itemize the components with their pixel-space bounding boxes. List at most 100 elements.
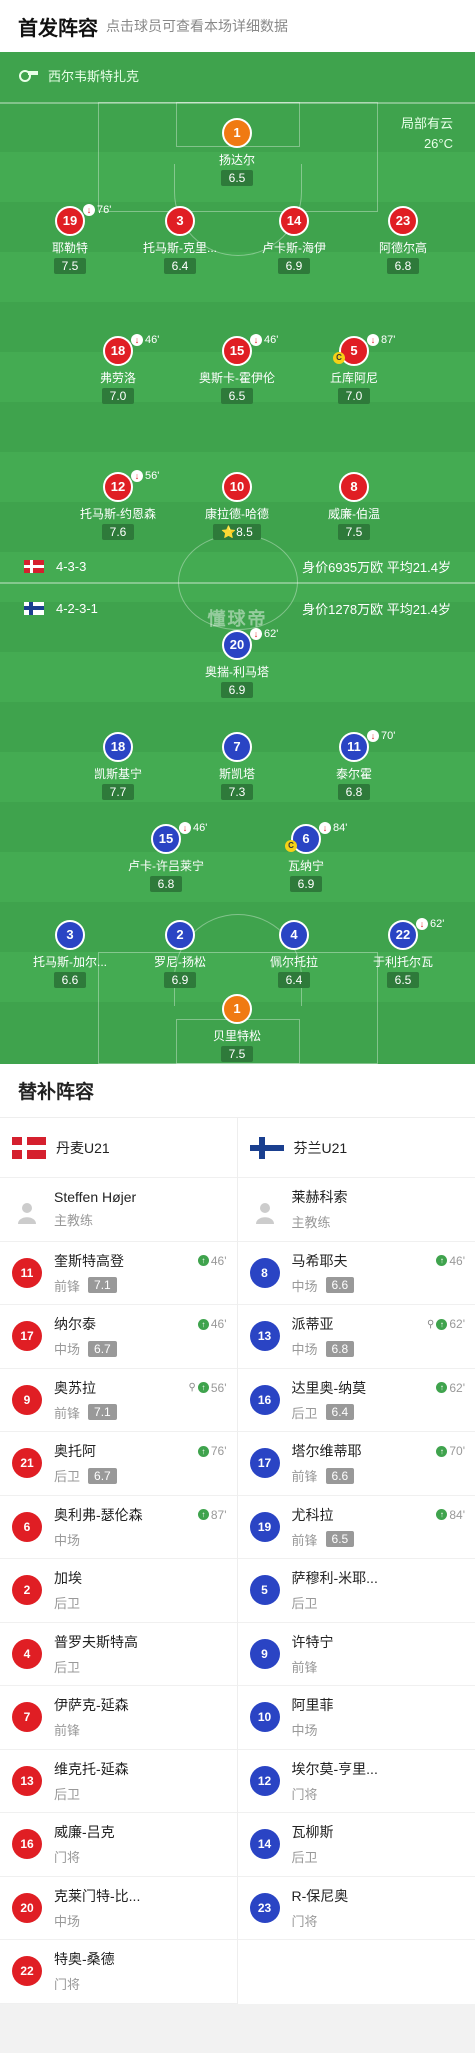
player-rating: 7.5 (337, 524, 371, 540)
away-sub-row[interactable]: 14 瓦柳斯 后卫 (237, 1813, 475, 1877)
home-sub-row[interactable]: 4 普罗夫斯特高 后卫 (0, 1623, 237, 1686)
home-sub-row[interactable]: 16 威廉-吕克 门将 (0, 1813, 237, 1877)
home-sub-row[interactable]: 21 奥托阿 后卫 6.7 ↑ 76' (0, 1432, 237, 1496)
position-text: 前锋 (54, 1723, 81, 1739)
away-team-value: 身价1278万欧 平均21.4岁 (302, 601, 451, 617)
position-text: 后卫 (291, 1596, 318, 1612)
player-name: 尤科拉 (291, 1506, 334, 1523)
home-player[interactable]: 8 威廉-伯温 7.5 (299, 472, 409, 541)
subs-section: 丹麦U21 Steffen Højer 主教练 11 奎斯特高登 前锋 7.1 ↑ 46'… (0, 1118, 475, 2004)
substitution-in-icon: ↑ (436, 1255, 448, 1266)
player-position: 后卫 6.7 (54, 1466, 117, 1485)
away-sub-row[interactable]: 10 阿里菲 中场 (237, 1686, 475, 1750)
away-player[interactable]: 3 托马斯-加尔... 6.6 (15, 920, 125, 989)
player-position: 后卫 (292, 1847, 334, 1866)
away-player[interactable]: 18 凯斯基宁 7.7 (63, 732, 173, 801)
away-player[interactable]: 20 ↓ 62' 奥揣-利马塔 6.9 (182, 628, 292, 699)
home-team-header[interactable]: 丹麦U21 (0, 1118, 237, 1178)
home-sub-row[interactable]: 7 伊萨克-延森 前锋 (0, 1686, 237, 1750)
home-player[interactable]: 19 ↓ 76' 耶勒特 7.5 (15, 204, 125, 275)
lineup-page: 首发阵容 点击球员可查看本场详细数据 西尔韦斯特扎克 局部有云 26°C 4-3… (0, 0, 475, 2053)
home-sub-row[interactable]: 20 克莱门特-比... 中场 (0, 1877, 237, 1940)
weather: 局部有云 26°C (401, 114, 453, 154)
shirt-number: 11 (339, 732, 369, 762)
away-sub-row[interactable]: 9 许特宁 前锋 (237, 1623, 475, 1686)
substitution-out-icon: ↓ (131, 470, 143, 482)
away-player[interactable]: 4 佩尔托拉 6.4 (239, 920, 349, 989)
away-sub-row[interactable]: 17 塔尔维蒂耶 前锋 6.6 ↑ 70' (237, 1432, 475, 1496)
finland-flag-icon (24, 601, 44, 615)
away-player[interactable]: 1 贝里特松 7.5 (182, 994, 292, 1063)
coach-avatar-icon (250, 1194, 280, 1225)
away-sub-row[interactable]: 13 派蒂亚 中场 6.8 ⚲ ↑ 62' (237, 1305, 475, 1369)
coach-name: Steffen Højer (54, 1189, 137, 1206)
sub-info: 威廉-吕克 门将 (54, 1822, 115, 1866)
home-player[interactable]: 18 ↓ 46' 弗劳洛 7.0 (63, 334, 173, 405)
home-sub-row[interactable]: 22 特奥-桑德 门将 (0, 1940, 237, 2004)
player-name: 克莱门特-比... (54, 1887, 141, 1904)
shirt-number: 20 (222, 630, 252, 660)
substitution-out-icon: ↓ (250, 334, 262, 346)
home-player[interactable]: 15 ↓ 46' 奥斯卡-霍伊伦 6.5 (182, 334, 292, 405)
player-name: 派蒂亚 (291, 1316, 334, 1333)
home-sub-row[interactable]: 11 奎斯特高登 前锋 7.1 ↑ 46' (0, 1242, 237, 1305)
player-name: 萨穆利-米耶... (291, 1570, 378, 1587)
away-team-header[interactable]: 芬兰U21 (237, 1118, 475, 1178)
away-player[interactable]: 2 罗尼-扬松 6.9 (125, 920, 235, 989)
away-sub-row[interactable]: 8 马希耶夫 中场 6.6 ↑ 46' (237, 1242, 475, 1305)
position-text: 后卫 (54, 1596, 81, 1612)
away-team-name: 芬兰U21 (293, 1139, 348, 1156)
home-sub-row[interactable]: 9 奥苏拉 前锋 7.1 ⚲ ↑ 56' (0, 1369, 237, 1432)
away-sub-row[interactable]: 12 埃尔莫-亨里... 门将 (237, 1750, 475, 1813)
player-rating: 6.7 (88, 1340, 117, 1357)
shirt-number: 3 (55, 920, 85, 950)
away-subs-column: 芬兰U21 莱赫科索 主教练 8 马希耶夫 中场 6.6 ↑ 46' 13 派蒂亚 中场 6.8 ⚲… (237, 1118, 475, 2004)
away-player[interactable]: 7 斯凯塔 7.3 (182, 732, 292, 801)
home-team-name: 丹麦U21 (56, 1139, 110, 1156)
shirt-number: 20 (12, 1892, 42, 1923)
player-rating: ⭐8.5 (213, 524, 261, 540)
away-coach[interactable]: 莱赫科索 主教练 (237, 1178, 475, 1242)
away-player[interactable]: 22 ↓ 62' 于利托尔瓦 6.5 (348, 918, 458, 989)
player-position: 后卫 (54, 1593, 82, 1612)
away-player[interactable]: 11 ↓ 70' 泰尔霍 6.8 (299, 730, 409, 801)
away-player[interactable]: 6 ↓ 84' C 瓦纳宁 6.9 (251, 822, 361, 893)
home-player[interactable]: 3 托马斯-克里... 6.4 (125, 206, 235, 275)
away-player[interactable]: 15 ↓ 46' 卢卡-许吕莱宁 6.8 (111, 822, 221, 893)
coach-name: 莱赫科索 (291, 1189, 348, 1206)
player-position: 门将 (292, 1784, 378, 1803)
substitution-minute: 46' (145, 334, 160, 346)
substitution-marker: ↓ 62' (416, 918, 444, 930)
home-player[interactable]: 1 扬达尔 6.5 (182, 118, 292, 187)
shirt-number: 5 (249, 1575, 280, 1606)
player-rating: 7.0 (337, 388, 371, 404)
minute-text: 84' (449, 1507, 465, 1522)
shirt-number: 14 (249, 1829, 280, 1860)
home-player[interactable]: 23 阿德尔高 6.8 (348, 206, 458, 275)
substitution-out-icon: ↓ (131, 334, 143, 346)
home-sub-row[interactable]: 2 加埃 后卫 (0, 1559, 237, 1623)
player-name: 斯凯塔 (218, 767, 255, 781)
player-name: 泰尔霍 (335, 767, 372, 781)
home-sub-row[interactable]: 6 奥利弗-瑟伦森 中场 ↑ 87' (0, 1496, 237, 1559)
home-player[interactable]: 14 卢卡斯-海伊 6.9 (239, 206, 349, 275)
pitch: 西尔韦斯特扎克 局部有云 26°C 4-3-3 身价6935万欧 平均21.4岁… (0, 52, 475, 1064)
away-sub-row[interactable]: 5 萨穆利-米耶... 后卫 (237, 1559, 475, 1623)
player-position: 后卫 (292, 1593, 378, 1612)
home-coach[interactable]: Steffen Højer 主教练 (0, 1178, 237, 1242)
home-sub-row[interactable]: 17 纳尔泰 中场 6.7 ↑ 46' (0, 1305, 237, 1369)
home-sub-row[interactable]: 13 维克托-延森 后卫 (0, 1750, 237, 1813)
away-sub-row[interactable]: 23 R-保尼奥 门将 (237, 1877, 475, 1940)
player-name: 埃尔莫-亨里... (291, 1760, 378, 1777)
home-player[interactable]: 5 ↓ 87' C 丘库阿尼 7.0 (299, 334, 409, 405)
referee-name: 西尔韦斯特扎克 (48, 69, 140, 84)
home-player[interactable]: 10 康拉德-哈德 ⭐8.5 (182, 472, 292, 541)
away-sub-row[interactable]: 16 达里奥-纳莫 后卫 6.4 ↑ 62' (237, 1369, 475, 1432)
player-name: 阿里菲 (291, 1697, 334, 1714)
substitution-marker: ↓ 56' (131, 470, 159, 482)
position-text: 中场 (291, 1723, 318, 1739)
sub-in-minute: ↑ 87' (197, 1508, 227, 1522)
away-sub-row[interactable]: 19 尤科拉 前锋 6.5 ↑ 84' (237, 1496, 475, 1559)
star-icon: ⭐ (221, 525, 237, 539)
home-player[interactable]: 12 ↓ 56' 托马斯-约恩森 7.6 (63, 470, 173, 541)
